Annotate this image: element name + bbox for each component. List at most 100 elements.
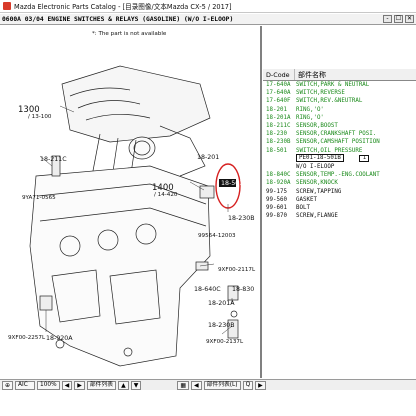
row-code: 18-840C: [266, 172, 291, 179]
callout-18-640c[interactable]: 18-640C: [194, 286, 221, 293]
row-name: BOLT: [296, 204, 310, 211]
parts-list-right-button[interactable]: 部件列表(L): [203, 380, 241, 390]
bottom-toolbar: ⊕ AIC 100% ◀ ▶ 部件列表 ▲ ▼ ▦ ◀ 部件列表(L) Q ▶: [0, 379, 416, 390]
window-title: Mazda Electronic Parts Catalog - [目录图像/文…: [14, 3, 232, 11]
maximize-button[interactable]: ☐: [394, 15, 403, 23]
row-name: GASKET: [296, 196, 317, 203]
parts-table: D-Code 部件名称 17-640A SWITCH,PARK & NEUTRAL…: [263, 69, 416, 346]
minimize-button[interactable]: -: [383, 15, 392, 23]
nav-left-button[interactable]: ◀: [190, 380, 202, 390]
window-controls: - ☐ ✕: [383, 15, 414, 23]
aic-button[interactable]: AIC: [15, 380, 36, 390]
row-name: SWITCH,PARK & NEUTRAL: [296, 82, 370, 89]
table-row[interactable]: 99-175 SCREW,TAPPING: [263, 187, 416, 195]
prev-button[interactable]: ◀: [61, 380, 73, 390]
row-code: 99-175: [266, 188, 287, 195]
row-name: SWITCH,OIL PRESSURE: [296, 147, 363, 154]
arrow-up-icon: ▲: [121, 381, 126, 389]
title-bar: Mazda Electronic Parts Catalog - [目录图像/文…: [0, 0, 416, 13]
callout-18-920a[interactable]: 18-920A: [46, 335, 73, 342]
table-row[interactable]: 18-201A RING,'O': [263, 114, 416, 122]
quantity-field[interactable]: 1: [359, 155, 370, 163]
callout-9xf00-2257l[interactable]: 9XF00-2257L: [8, 335, 45, 341]
parts-diagram[interactable]: *: The part is not available 1300 / 13-1…: [0, 26, 262, 378]
callout-9xf00-2137l[interactable]: 9XF00-2137L: [206, 339, 243, 345]
col-header-code[interactable]: D-Code: [263, 69, 295, 80]
callout-18-230b[interactable]: 18-230B: [228, 215, 255, 222]
row-name: SENSOR,KNOCK: [296, 180, 338, 187]
document-header: 0600A 03/04 ENGINE SWITCHES & RELAYS (GA…: [0, 14, 416, 25]
row-code: 18-211C: [266, 123, 291, 130]
zoom-tool-icon: ⊕: [5, 381, 11, 389]
row-code: 18-501: [266, 147, 287, 154]
arrow-down-icon: ▼: [133, 381, 139, 389]
zoom-level[interactable]: 100%: [37, 380, 60, 390]
table-header: D-Code 部件名称: [263, 69, 416, 81]
arrow-left-icon: ◀: [193, 381, 199, 389]
document-title: 0600A 03/04 ENGINE SWITCHES & RELAYS (GA…: [2, 15, 234, 23]
parts-list-button[interactable]: 部件列表: [86, 380, 117, 390]
table-row[interactable]: 99-870 SCREW,FLANGE: [263, 212, 416, 220]
callout-18-501[interactable]: 18-501: [221, 180, 243, 187]
grid-icon: ▦: [180, 381, 186, 389]
close-button[interactable]: ✕: [405, 15, 414, 23]
diagram-note: *: The part is not available: [92, 31, 167, 37]
row-name: RING,'O': [296, 114, 324, 121]
row-name: SCREW,FLANGE: [296, 213, 338, 220]
app-icon: [3, 2, 11, 10]
next-button[interactable]: ▶: [74, 380, 85, 390]
row-name: SENSOR,TEMP.-ENG.COOLANT: [296, 172, 380, 179]
row-name: W/O I-ELOOP: [296, 163, 335, 170]
table-row[interactable]: 18-920A SENSOR,KNOCK: [263, 179, 416, 187]
table-row[interactable]: 18-840C SENSOR,TEMP.-ENG.COOLANT: [263, 171, 416, 179]
table-row[interactable]: 18-211C SENSOR,BOOST: [263, 122, 416, 130]
callout-18-201a[interactable]: 18-201A: [208, 300, 235, 307]
row-code: 17-640F: [266, 98, 291, 105]
nav-right-button[interactable]: ▶: [255, 380, 266, 390]
table-row[interactable]: 99-601 BOLT: [263, 204, 416, 212]
table-header-area: [263, 26, 416, 69]
table-row[interactable]: 18-230 SENSOR,CRANKSHAFT POSI.: [263, 130, 416, 138]
table-row[interactable]: W/O I-ELOOP: [263, 163, 416, 171]
callout-18-230b-lower[interactable]: 18-230B: [208, 322, 235, 329]
table-row[interactable]: 18-201 RING,'O': [263, 106, 416, 114]
row-name: SCREW,TAPPING: [296, 188, 342, 195]
q-button[interactable]: Q: [242, 380, 254, 390]
table-row[interactable]: 17-640F SWITCH,REV.&NEUTRAL: [263, 97, 416, 105]
part-number[interactable]: PE01-18-501B: [296, 154, 344, 163]
callout-9ya71[interactable]: 9YA71-0565: [22, 195, 56, 201]
callout-18-211c[interactable]: 18-211C: [40, 156, 67, 163]
table-row[interactable]: 17-640A SWITCH,REVERSE: [263, 89, 416, 97]
row-code: 18-920A: [266, 180, 291, 187]
row-name: SENSOR,CAMSHAFT POSITION: [296, 139, 380, 146]
row-name: SWITCH,REVERSE: [296, 90, 345, 97]
callout-1400-sub: / 14-420: [154, 192, 178, 198]
up-button[interactable]: ▲: [118, 380, 129, 390]
status-area: [0, 391, 416, 416]
grid-button[interactable]: ▦: [177, 380, 189, 390]
row-name: SWITCH,REV.&NEUTRAL: [296, 98, 363, 105]
table-row[interactable]: 99-560 GASKET: [263, 196, 416, 204]
row-code: 17-640A: [266, 82, 291, 89]
table-row[interactable]: 17-640A SWITCH,PARK & NEUTRAL: [263, 81, 416, 89]
row-code: 99-560: [266, 196, 287, 203]
row-name: SENSOR,BOOST: [296, 123, 338, 130]
row-code: 18-201: [266, 106, 287, 113]
callout-18-830[interactable]: 18-830: [232, 286, 254, 293]
row-name-wrap: PE01-18-501B 1: [295, 154, 416, 163]
col-header-name[interactable]: 部件名称: [295, 69, 416, 80]
callout-9xf00-2117l[interactable]: 9XF00-2117L: [218, 267, 255, 273]
tool-icon-button[interactable]: ⊕: [2, 380, 14, 390]
table-row-selected[interactable]: PE01-18-501B 1: [263, 154, 416, 163]
row-code: 17-640A: [266, 90, 291, 97]
table-row[interactable]: 18-230B SENSOR,CAMSHAFT POSITION: [263, 138, 416, 146]
down-button[interactable]: ▼: [130, 380, 142, 390]
callout-99564[interactable]: 99564-12003: [198, 233, 236, 239]
callout-18-201[interactable]: 18-201: [197, 154, 219, 161]
row-name: RING,'O': [296, 106, 324, 113]
callout-1300-sub: / 13-100: [28, 114, 52, 120]
arrow-left-icon: ◀: [64, 381, 70, 389]
row-code: 18-230B: [266, 139, 291, 146]
row-code: 99-870: [266, 213, 287, 220]
row-code: 18-230: [266, 131, 287, 138]
